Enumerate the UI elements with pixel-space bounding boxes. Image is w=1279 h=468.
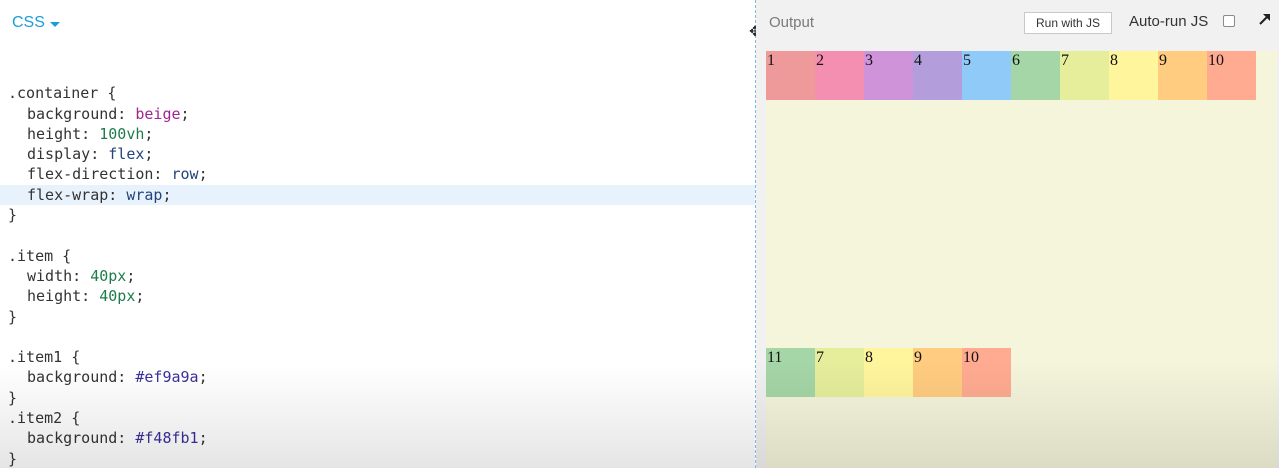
code-line[interactable]: } xyxy=(0,449,755,468)
code-line[interactable]: height: 100vh; xyxy=(0,124,755,144)
code-token: flex-direction: xyxy=(27,165,172,184)
code-line[interactable]: .container { xyxy=(0,83,755,103)
code-token: flex xyxy=(108,145,145,164)
code-token: .container { xyxy=(8,84,117,103)
autorun-label: Auto-run JS xyxy=(1129,13,1209,30)
flex-item: 10 xyxy=(962,348,1011,397)
code-token: ; xyxy=(198,368,208,387)
code-line[interactable]: flex-direction: row; xyxy=(0,164,755,184)
code-line[interactable]: display: flex; xyxy=(0,144,755,164)
code-token: .item { xyxy=(8,246,72,265)
code-token: ; xyxy=(144,145,154,164)
code-token: background: xyxy=(27,368,136,387)
code-line[interactable]: flex-wrap: wrap; xyxy=(0,184,755,206)
code-token: .item1 { xyxy=(8,348,81,367)
code-token: } xyxy=(8,206,18,225)
flex-item: 9 xyxy=(1158,51,1207,100)
code-line[interactable]: width: 40px; xyxy=(0,266,755,286)
flex-container-output: 1 2 3 4 5 6 7 8 9 10 11 7 8 9 10 xyxy=(766,51,1277,468)
code-token: flex-wrap: xyxy=(27,185,127,204)
code-token: row xyxy=(171,165,199,184)
code-line[interactable]: } xyxy=(0,307,755,327)
caret-down-icon xyxy=(49,21,60,27)
flex-item: 11 xyxy=(766,348,815,397)
output-toolbar: Output Run with JS Auto-run JS xyxy=(756,0,1279,46)
language-dropdown[interactable]: CSS xyxy=(12,12,60,34)
code-line[interactable]: } xyxy=(0,205,755,225)
code-token: width: xyxy=(27,266,91,285)
code-token: ; xyxy=(126,266,136,285)
code-token: } xyxy=(8,449,18,468)
code-token: beige xyxy=(135,104,181,123)
code-token: background: xyxy=(27,429,136,448)
flex-item: 9 xyxy=(913,348,962,397)
flex-item: 1 xyxy=(766,51,815,100)
code-line[interactable] xyxy=(0,327,755,347)
expand-icon[interactable] xyxy=(1256,10,1274,28)
code-token: #ef9a9a xyxy=(135,368,199,387)
code-token: background: xyxy=(27,104,136,123)
flex-item: 6 xyxy=(1011,51,1060,100)
flex-item: 5 xyxy=(962,51,1011,100)
code-token: height: xyxy=(27,287,100,306)
flex-item: 7 xyxy=(815,348,864,397)
code-area[interactable]: .container {background: beige; height: 10… xyxy=(0,63,755,468)
app-window: CSS .container {background: beige; height… xyxy=(0,0,1279,468)
code-token: display: xyxy=(27,145,109,164)
code-token: ; xyxy=(162,185,172,204)
code-token: #f48fb1 xyxy=(135,429,199,448)
code-token: ; xyxy=(180,104,190,123)
autorun-checkbox[interactable] xyxy=(1223,15,1235,27)
code-line[interactable]: .item1 { xyxy=(0,347,755,367)
code-token: 100vh xyxy=(99,124,145,143)
output-title: Output xyxy=(769,14,815,31)
flex-line: 11 7 8 9 10 xyxy=(766,348,1011,397)
flex-item: 4 xyxy=(913,51,962,100)
flex-item: 3 xyxy=(864,51,913,100)
code-line[interactable]: } xyxy=(0,388,755,408)
code-token: ; xyxy=(198,429,208,448)
flex-item: 8 xyxy=(864,348,913,397)
code-token: } xyxy=(8,388,18,407)
code-token: .item2 { xyxy=(8,409,81,428)
code-line[interactable]: .item { xyxy=(0,246,755,266)
run-with-js-button[interactable]: Run with JS xyxy=(1024,12,1112,34)
code-token: 40px xyxy=(99,287,136,306)
code-line[interactable]: background: #f48fb1; xyxy=(0,428,755,448)
code-token: 40px xyxy=(90,266,127,285)
flex-item: 8 xyxy=(1109,51,1158,100)
language-label: CSS xyxy=(12,14,45,31)
code-line[interactable]: .item2 { xyxy=(0,408,755,428)
flex-line: 1 2 3 4 5 6 7 8 9 10 xyxy=(766,51,1256,100)
output-pane: Output Run with JS Auto-run JS 123456789… xyxy=(756,0,1279,468)
code-line[interactable]: background: beige; xyxy=(0,104,755,124)
code-line[interactable]: height: 40px; xyxy=(0,286,755,306)
flex-item: 2 xyxy=(815,51,864,100)
code-line[interactable] xyxy=(0,63,755,83)
code-token: height: xyxy=(27,124,100,143)
flex-item: 10 xyxy=(1207,51,1256,100)
code-token: } xyxy=(8,307,18,326)
flex-item: 7 xyxy=(1060,51,1109,100)
code-token: wrap xyxy=(126,185,163,204)
code-token: ; xyxy=(144,124,154,143)
css-editor-pane[interactable]: CSS .container {background: beige; height… xyxy=(0,0,755,468)
code-line[interactable] xyxy=(0,225,755,245)
code-line[interactable]: background: #ef9a9a; xyxy=(0,367,755,387)
code-token: ; xyxy=(198,165,208,184)
code-token: ; xyxy=(135,287,145,306)
